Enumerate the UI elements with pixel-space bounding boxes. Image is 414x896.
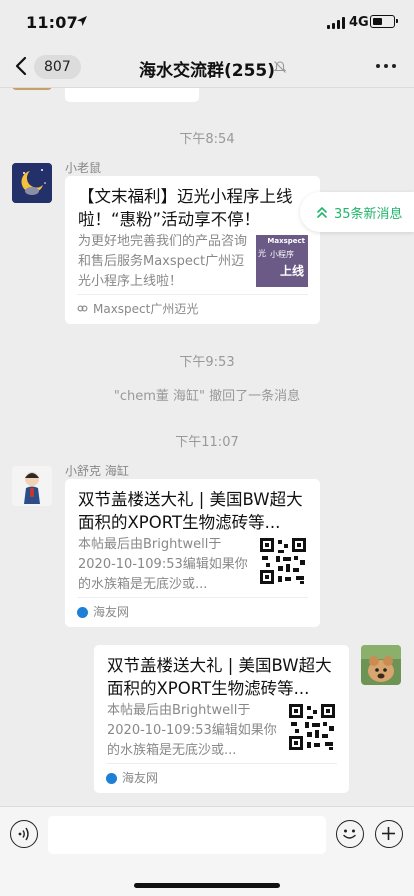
emoji-icon <box>343 829 356 839</box>
new-messages-button[interactable]: 35条新消息 <box>300 192 414 232</box>
link-card-message[interactable]: 双节盖楼送大礼 | 美国BW超大面积的XPORT生物滤砖等... 本帖最后由Br… <box>94 645 349 793</box>
thumbnail-text: Maxspect <box>267 237 305 245</box>
card-thumbnail: Maxspect 光 小程序 上线 <box>256 235 308 287</box>
time-separator: 下午9:53 <box>179 355 235 370</box>
more-icon[interactable] <box>376 64 396 69</box>
new-messages-label: 35条新消息 <box>334 207 403 222</box>
avatar[interactable] <box>12 466 52 506</box>
source-logo-icon <box>77 607 88 618</box>
card-source: Maxspect广州迈光 <box>93 302 199 316</box>
recall-notice: "chem董 海缸" 撤回了一条消息 <box>113 389 301 404</box>
sender-name: 小老鼠 <box>65 161 102 175</box>
qr-code-thumbnail <box>258 536 308 586</box>
link-card-message[interactable]: 双节盖楼送大礼 | 美国BW超大面积的XPORT生物滤砖等... 本帖最后由Br… <box>65 479 320 627</box>
card-description: 本帖最后由Brightwell于2020-10-109:53编辑如果你的水族箱是… <box>78 537 248 592</box>
thumbnail-text: 小程序 <box>270 250 294 259</box>
signal-icon <box>327 17 345 29</box>
chat-message-list[interactable]: 35条新消息 下午8:54 小老鼠 【文末福利】迈光小程序上线啦！“惠粉”活动享… <box>0 88 414 806</box>
divider <box>77 294 308 295</box>
card-source: 海友网 <box>122 771 159 785</box>
avatar[interactable] <box>12 163 52 203</box>
link-card-message[interactable]: 【文末福利】迈光小程序上线啦！“惠粉”活动享不停！ 为更好地完善我们的产品咨询和… <box>65 176 320 324</box>
thumbnail-text: 光 <box>258 249 266 258</box>
battery-icon <box>370 15 398 28</box>
status-bar: 11:07 4G <box>0 0 414 44</box>
double-chevron-up-icon <box>317 206 327 218</box>
time-separator: 下午8:54 <box>179 132 235 147</box>
message-input[interactable] <box>48 816 326 854</box>
mute-icon <box>273 61 287 73</box>
message-bubble[interactable] <box>65 88 199 102</box>
card-description: 为更好地完善我们的产品咨询和售后服务Maxspect广州迈光小程序上线啦！ <box>78 234 248 289</box>
input-bar <box>0 806 414 896</box>
status-time: 11:07 <box>26 13 78 32</box>
chat-header: 807 海水交流群(255) <box>0 44 414 88</box>
thumbnail-text: 上线 <box>280 264 305 278</box>
voice-icon <box>18 827 29 841</box>
card-title: 【文末福利】迈光小程序上线啦！“惠粉”活动享不停！ <box>78 187 293 229</box>
emoji-button[interactable] <box>336 820 364 848</box>
avatar[interactable] <box>361 645 401 685</box>
chat-title[interactable]: 海水交流群(255) <box>0 56 414 81</box>
time-separator: 下午11:07 <box>175 435 239 450</box>
location-arrow-icon <box>77 16 87 26</box>
card-title: 双节盖楼送大礼 | 美国BW超大面积的XPORT生物滤砖等... <box>78 490 303 532</box>
qr-code-thumbnail <box>287 702 337 752</box>
card-description: 本帖最后由Brightwell于2020-10-109:53编辑如果你的水族箱是… <box>107 703 277 758</box>
divider <box>77 597 308 598</box>
plus-button[interactable] <box>375 820 403 848</box>
source-logo-icon <box>106 773 117 784</box>
home-indicator[interactable] <box>134 883 280 888</box>
card-source: 海友网 <box>93 605 130 619</box>
card-title: 双节盖楼送大礼 | 美国BW超大面积的XPORT生物滤砖等... <box>107 656 332 698</box>
sender-name: 小舒克 海缸 <box>65 464 129 478</box>
plus-icon <box>382 827 395 840</box>
network-label: 4G <box>349 15 369 30</box>
avatar[interactable] <box>12 88 52 90</box>
miniprogram-icon <box>77 305 88 312</box>
divider <box>106 763 337 764</box>
voice-button[interactable] <box>10 820 38 848</box>
